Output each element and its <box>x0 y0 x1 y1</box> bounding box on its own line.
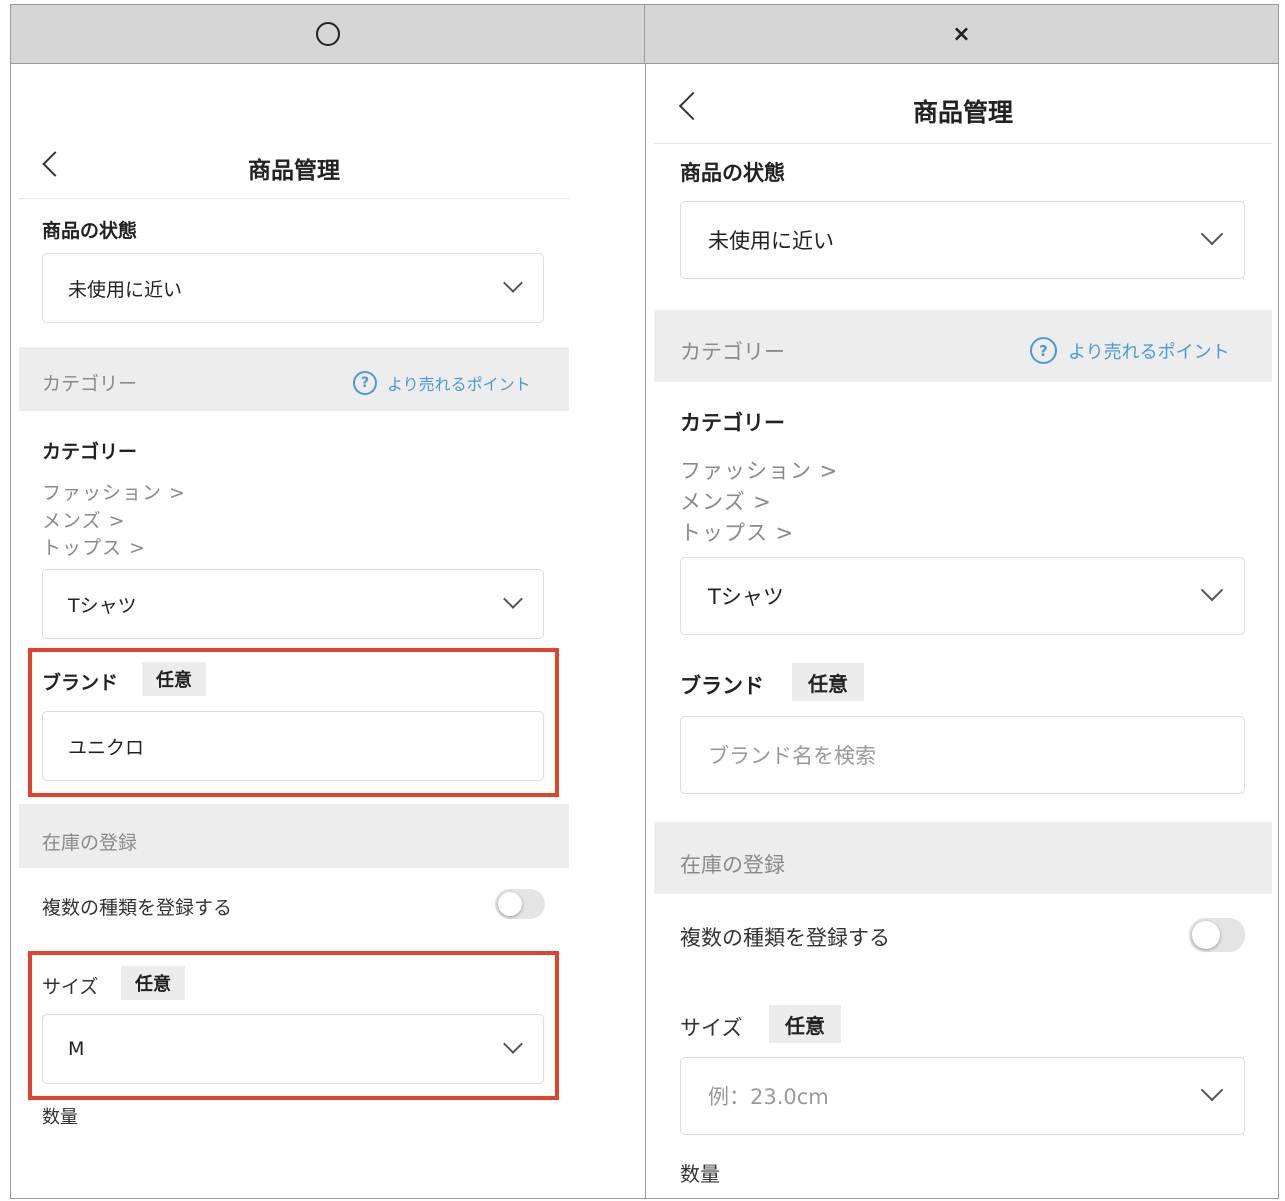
category-section-band: カテゴリー ? より売れるポイント <box>19 347 569 411</box>
multi-variant-toggle[interactable] <box>1189 918 1245 952</box>
category-label: カテゴリー <box>680 411 785 435</box>
brand-input[interactable]: ブランド名を検索 <box>680 716 1245 794</box>
inventory-band-label: 在庫の登録 <box>680 853 785 877</box>
right-column-header: × <box>645 5 1278 64</box>
category-path-2: メンズ > <box>42 510 126 532</box>
category-label: カテゴリー <box>42 441 138 463</box>
category-band-label: カテゴリー <box>42 373 138 395</box>
category-select[interactable]: Tシャツ <box>680 557 1245 635</box>
size-select[interactable]: 例：23.0cm <box>680 1057 1245 1135</box>
nav-divider <box>654 143 1272 144</box>
toggle-knob <box>1192 921 1220 949</box>
inventory-section-band: 在庫の登録 <box>19 804 569 868</box>
brand-placeholder: ブランド名を検索 <box>708 744 876 768</box>
category-path-1: ファッション > <box>680 459 839 483</box>
category-path-2: メンズ > <box>680 490 772 514</box>
inventory-band-label: 在庫の登録 <box>42 832 138 854</box>
help-circle-icon: ? <box>1030 337 1057 364</box>
help-link[interactable]: ? より売れるポイント <box>353 371 531 395</box>
comparison-frame: ○ × 商品管理 商品の状態 未使用に近い カテゴリー ? より売れるポイント … <box>10 4 1279 1199</box>
category-path-3: トップス > <box>680 521 795 545</box>
help-link[interactable]: ? より売れるポイント <box>1030 337 1230 364</box>
help-link-label: より売れるポイント <box>1068 341 1230 363</box>
inventory-section-band: 在庫の登録 <box>654 822 1272 894</box>
help-link-label: より売れるポイント <box>387 375 531 394</box>
brand-label: ブランド <box>680 674 764 698</box>
page-title: 商品管理 <box>248 158 340 184</box>
brand-highlight-box <box>28 648 559 797</box>
category-select[interactable]: Tシャツ <box>42 569 544 639</box>
nav-divider <box>19 198 569 199</box>
cross-mark-icon: × <box>952 21 971 47</box>
multi-variant-label: 複数の種類を登録する <box>680 926 890 950</box>
category-section-band: カテゴリー ? より売れるポイント <box>654 310 1272 382</box>
condition-label: 商品の状態 <box>680 161 785 185</box>
quantity-label: 数量 <box>42 1107 78 1125</box>
optional-badge: 任意 <box>792 663 864 701</box>
condition-value: 未使用に近い <box>68 278 183 301</box>
condition-select[interactable]: 未使用に近い <box>680 201 1245 279</box>
size-placeholder: 例：23.0cm <box>708 1085 829 1109</box>
condition-select[interactable]: 未使用に近い <box>42 253 544 323</box>
multi-variant-label: 複数の種類を登録する <box>42 897 233 919</box>
condition-value: 未使用に近い <box>708 229 834 253</box>
column-divider <box>645 64 646 1199</box>
circle-mark-icon: ○ <box>315 22 340 46</box>
left-column-header: ○ <box>11 5 645 64</box>
category-path-1: ファッション > <box>42 482 186 504</box>
quantity-label: 数量 <box>680 1162 720 1186</box>
dropdown-chevron-icon <box>503 589 523 609</box>
multi-variant-toggle[interactable] <box>495 889 545 919</box>
size-highlight-box <box>28 951 559 1100</box>
dropdown-chevron-icon <box>503 273 523 293</box>
condition-label: 商品の状態 <box>42 220 138 242</box>
help-circle-icon: ? <box>353 371 377 395</box>
category-path-3: トップス > <box>42 537 146 559</box>
toggle-knob <box>498 892 522 916</box>
right-phone-screen: 商品管理 商品の状態 未使用に近い カテゴリー ? より売れるポイント カテゴリ… <box>654 65 1272 1198</box>
dropdown-chevron-icon <box>1200 222 1224 246</box>
category-band-label: カテゴリー <box>680 340 785 364</box>
category-value: Tシャツ <box>68 594 137 617</box>
page-title: 商品管理 <box>912 98 1013 127</box>
size-label: サイズ <box>680 1016 743 1040</box>
dropdown-chevron-icon <box>1200 1078 1224 1102</box>
size-optional-badge: 任意 <box>769 1005 841 1043</box>
category-value: Tシャツ <box>708 585 784 609</box>
dropdown-chevron-icon <box>1200 578 1224 602</box>
